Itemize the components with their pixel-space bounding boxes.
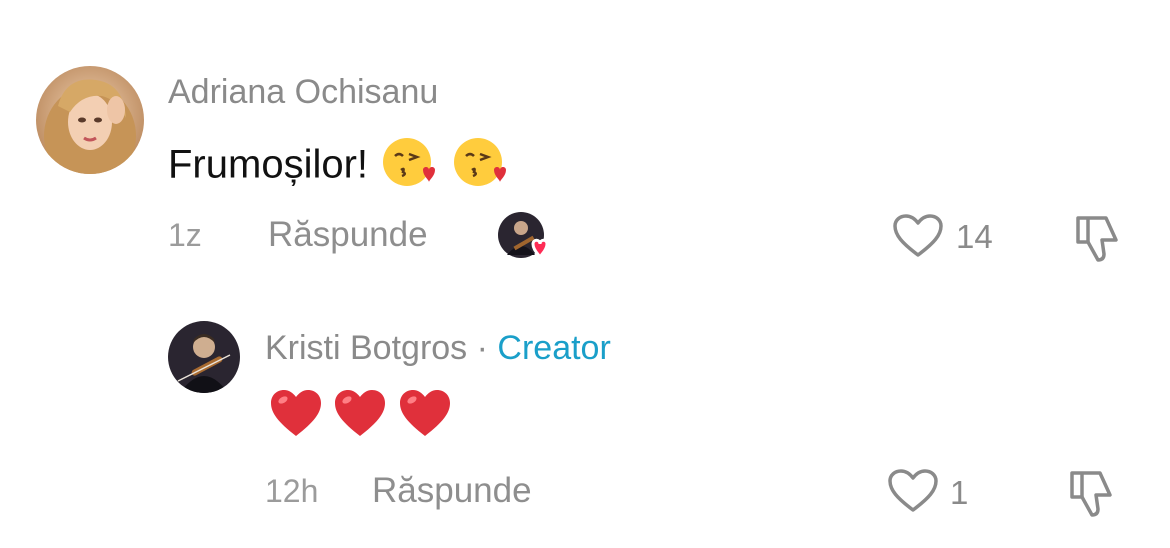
comment-author-line: Kristi Botgros · Creator [265, 329, 611, 368]
creator-liked-avatar [497, 211, 557, 263]
comment-author[interactable]: Kristi Botgros [265, 329, 467, 367]
like-count: 14 [956, 218, 993, 255]
comment-text-content: Frumoșilor! [168, 142, 369, 187]
dislike-icon[interactable] [1072, 212, 1124, 264]
reply-button[interactable]: Răspunde [372, 471, 532, 511]
comment-timestamp: 12h [265, 473, 319, 509]
kissing-heart-emoji [452, 134, 508, 200]
comment-text: Frumoșilor! [168, 134, 508, 200]
comment-author[interactable]: Adriana Ochisanu [168, 73, 438, 112]
reply-button[interactable]: Răspunde [268, 215, 428, 255]
red-heart-emoji [268, 386, 324, 447]
comment-timestamp: 1z [168, 217, 202, 253]
like-count: 1 [950, 474, 969, 511]
avatar[interactable] [168, 321, 240, 393]
dislike-icon[interactable] [1066, 467, 1118, 519]
like-heart-icon[interactable] [887, 468, 939, 514]
comment-text [268, 386, 453, 442]
like-heart-icon[interactable] [892, 213, 944, 259]
author-separator: · [467, 329, 498, 367]
red-heart-emoji [397, 386, 453, 447]
red-heart-emoji [332, 386, 388, 447]
avatar[interactable] [36, 66, 144, 174]
creator-badge: Creator [497, 329, 611, 367]
kissing-heart-emoji [381, 134, 437, 200]
